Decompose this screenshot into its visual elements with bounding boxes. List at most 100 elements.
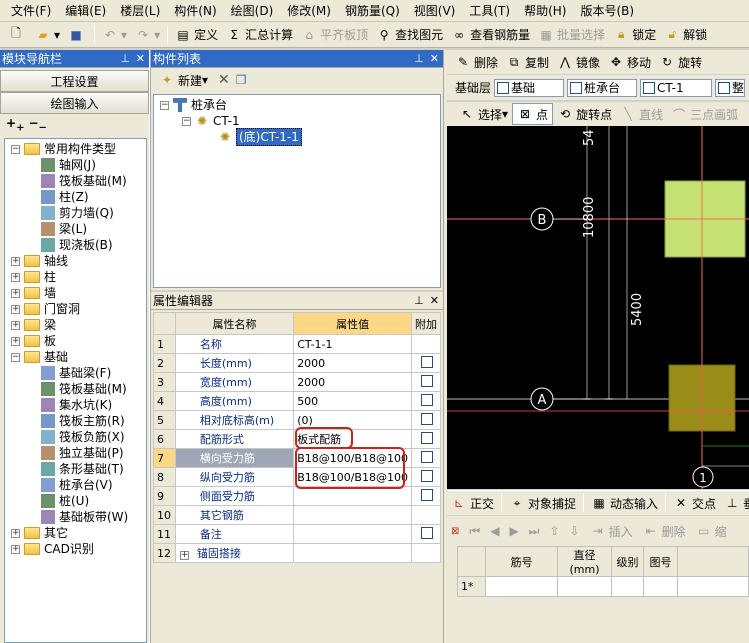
expand-icon[interactable]: + — [11, 272, 20, 282]
zoom-button[interactable]: ▭ 缩 — [696, 520, 727, 542]
expand-all-icon[interactable]: ++ — [6, 116, 24, 133]
nav-tree-folder[interactable]: + 柱 — [11, 269, 56, 285]
menu-item[interactable]: 钢筋量(Q) — [338, 1, 407, 21]
nav-tree-item[interactable]: 桩承台(V) — [41, 477, 113, 493]
nav-tree-folder[interactable]: + 其它 — [11, 525, 68, 541]
pin-icon[interactable]: ⊥ — [414, 294, 424, 307]
close-icon[interactable]: ✕ — [136, 52, 145, 65]
collapse-icon[interactable]: − — [11, 144, 20, 154]
undo-button[interactable]: ↶ ▾ — [98, 24, 131, 46]
nav-tree-item[interactable]: 独立基础(P) — [41, 445, 124, 461]
insert-button[interactable]: ⇥ 插入 — [590, 520, 633, 542]
nav-tree-folder[interactable]: − 基础 — [11, 349, 68, 365]
delete-button[interactable]: ✎ 删除 — [451, 51, 502, 73]
property-value-cell[interactable]: 2000 — [293, 353, 412, 373]
extra-checkbox[interactable] — [421, 488, 433, 501]
nav-tree-item[interactable]: 柱(Z) — [41, 189, 89, 205]
property-value-cell[interactable]: CT-1-1 — [293, 334, 412, 354]
move-button[interactable]: ✥ 移动 — [604, 51, 655, 73]
find-element-button[interactable]: ⚲ 查找图元 — [372, 24, 447, 46]
define-button[interactable]: ▤ 定义 — [171, 24, 222, 46]
menu-item[interactable]: 帮助(H) — [517, 1, 573, 21]
batch-select-button[interactable]: ▦ 批量选择 — [534, 24, 609, 46]
nav-tree-item[interactable]: 梁(L) — [41, 221, 87, 237]
tree-node-ct1-1[interactable]: ✺ (底)CT-1-1 — [218, 128, 302, 146]
nav-tree-folder[interactable]: + 梁 — [11, 317, 56, 333]
nav-tree-folder[interactable]: + 板 — [11, 333, 56, 349]
rebar-cell[interactable] — [643, 576, 678, 597]
unlock-button[interactable]: 🔓︎ 解锁 — [660, 24, 711, 46]
property-row[interactable]: 1 名称 CT-1-1 — [153, 334, 441, 354]
save-button[interactable]: ■ — [64, 24, 91, 46]
lock-button[interactable]: 🔒︎ 锁定 — [609, 24, 660, 46]
menu-item[interactable]: 编辑(E) — [58, 1, 113, 21]
delete-component-icon[interactable]: ✕ — [218, 72, 230, 88]
drawing-input-button[interactable]: 绘图输入 — [0, 92, 149, 114]
extra-checkbox[interactable] — [421, 393, 433, 406]
collapse-icon[interactable]: − — [182, 116, 191, 126]
property-value-cell[interactable] — [293, 505, 412, 525]
rebar-cell[interactable] — [485, 576, 558, 597]
extra-checkbox[interactable] — [421, 450, 433, 463]
property-row[interactable]: 9 侧面受力筋 — [153, 486, 441, 506]
rotate-button[interactable]: ↻ 旋转 — [655, 51, 706, 73]
redo-button[interactable]: ↷ ▾ — [131, 24, 164, 46]
extra-checkbox[interactable] — [421, 469, 433, 482]
property-row[interactable]: 5 相对底标高(m) (0) — [153, 410, 441, 430]
element-select[interactable]: CT-1 — [640, 78, 713, 97]
extra-checkbox[interactable] — [421, 431, 433, 444]
menu-item[interactable]: 构件(N) — [167, 1, 223, 21]
expand-icon[interactable]: + — [11, 304, 20, 314]
first-record-icon[interactable]: ⏮ — [469, 524, 480, 539]
nav-tree-item[interactable]: 桩(U) — [41, 493, 89, 509]
extra-checkbox[interactable] — [421, 526, 433, 539]
nav-tree-item[interactable]: 现浇板(B) — [41, 237, 113, 253]
nav-tree-folder[interactable]: + 墙 — [11, 285, 56, 301]
rotate-point-button[interactable]: ⟲ 旋转点 — [553, 103, 616, 125]
expand-icon[interactable]: + — [11, 320, 20, 330]
nav-tree-item[interactable]: 基础板带(W) — [41, 509, 128, 525]
collapse-all-icon[interactable]: −− — [28, 116, 46, 133]
snap-button[interactable]: ⌖ 对象捕捉 — [505, 492, 580, 514]
nav-tree-item[interactable]: 条形基础(T) — [41, 461, 124, 477]
nav-tree-item[interactable]: 基础梁(F) — [41, 365, 111, 381]
menu-item[interactable]: 工具(T) — [462, 1, 517, 21]
nav-tree-item[interactable]: 剪力墙(Q) — [41, 205, 114, 221]
collapse-icon[interactable]: − — [11, 352, 20, 362]
last-record-icon[interactable]: ⏭ — [529, 524, 540, 539]
pin-icon[interactable]: ⊥ — [414, 52, 424, 65]
expand-icon[interactable]: + — [11, 336, 20, 346]
nav-tree-folder[interactable]: + 轴线 — [11, 253, 68, 269]
nav-tree-item[interactable]: 筏板基础(M) — [41, 381, 127, 397]
pin-icon[interactable]: ⊥ — [120, 52, 130, 65]
copy-component-icon[interactable]: ❐ — [236, 73, 247, 87]
close-icon[interactable]: ✕ — [430, 52, 439, 65]
nav-tree-folder[interactable]: + 门窗洞 — [11, 301, 80, 317]
open-file-button[interactable]: ▰ ▾ — [31, 24, 64, 46]
type-select[interactable]: 桩承台 — [567, 78, 638, 97]
rebar-row[interactable]: 1* — [457, 576, 749, 597]
rebar-cell[interactable] — [677, 576, 749, 597]
tree-node-ct1[interactable]: − ✺ CT-1 — [182, 113, 240, 129]
expand-icon[interactable]: + — [11, 544, 20, 554]
menu-item[interactable]: 楼层(L) — [113, 1, 167, 21]
close-panel-icon[interactable]: ⊠ — [451, 526, 459, 537]
menu-item[interactable]: 绘图(D) — [224, 1, 281, 21]
menu-item[interactable]: 修改(M) — [280, 1, 338, 21]
rebar-cell[interactable] — [557, 576, 612, 597]
nav-tree-item[interactable]: 轴网(J) — [41, 157, 96, 173]
rebar-cell[interactable] — [611, 576, 644, 597]
nav-tree-folder[interactable]: + CAD识别 — [11, 541, 94, 557]
prev-record-icon[interactable]: ◀ — [490, 524, 499, 538]
perp-button[interactable]: ⊥垂 — [720, 492, 749, 514]
nav-tree-item[interactable]: 筏板负筋(X) — [41, 429, 125, 445]
collapse-icon[interactable]: − — [160, 100, 169, 110]
dynamic-input-button[interactable]: ▦ 动态输入 — [587, 492, 662, 514]
nav-tree-item[interactable]: 筏板基础(M) — [41, 173, 127, 189]
point-button[interactable]: ⊠ 点 — [512, 103, 554, 125]
copy-button[interactable]: ⧉ 复制 — [502, 51, 553, 73]
intersection-button[interactable]: ✕ 交点 — [669, 492, 720, 514]
project-settings-button[interactable]: 工程设置 — [0, 70, 149, 92]
tree-node-pile-cap[interactable]: − 桩承台 — [160, 97, 227, 113]
expand-icon[interactable]: + — [11, 256, 20, 266]
